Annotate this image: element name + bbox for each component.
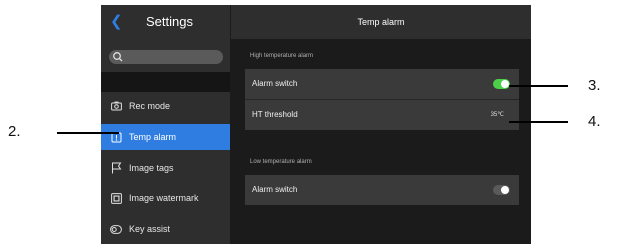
sidebar-item-label: Key assist xyxy=(129,224,171,234)
camera-icon xyxy=(110,100,122,112)
row-label: HT threshold xyxy=(252,110,298,119)
sidebar-item-rec-mode[interactable]: Rec mode xyxy=(101,93,230,119)
callout-2-label: 2. xyxy=(8,123,21,140)
temp-alarm-panel: Temp alarm High temperature alarm Alarm … xyxy=(231,5,531,244)
sidebar-item-label: Rec mode xyxy=(129,101,171,111)
search-icon xyxy=(113,52,123,62)
sidebar-item-label: Image watermark xyxy=(129,193,199,203)
callout-2-line xyxy=(57,132,119,134)
callout-4-line xyxy=(509,121,568,123)
high-alarm-switch-row[interactable]: Alarm switch xyxy=(245,69,519,99)
sidebar-item-temp-alarm[interactable]: Temp alarm xyxy=(101,124,230,150)
settings-sidebar: ❮ Settings Rec mode Temp alarm Image tag… xyxy=(101,5,231,244)
callout-3-line xyxy=(509,85,568,87)
low-alarm-toggle[interactable] xyxy=(493,185,510,195)
toggle-knob xyxy=(501,80,509,88)
row-label: Alarm switch xyxy=(252,79,298,88)
callout-4-label: 4. xyxy=(588,113,601,130)
sidebar-header: ❮ Settings xyxy=(101,5,230,39)
flag-icon xyxy=(110,162,122,174)
row-label: Alarm switch xyxy=(252,185,298,194)
sidebar-item-label: Temp alarm xyxy=(129,132,177,142)
high-alarm-toggle[interactable] xyxy=(493,79,510,89)
sidebar-separator xyxy=(101,72,230,92)
watermark-icon xyxy=(110,192,122,204)
key-assist-icon xyxy=(110,223,122,235)
sidebar-item-image-watermark[interactable]: Image watermark xyxy=(101,185,230,211)
ht-threshold-row[interactable]: HT threshold 35℃ xyxy=(245,100,519,130)
sidebar-title: Settings xyxy=(146,14,193,29)
high-temp-section-label: High temperature alarm xyxy=(250,53,314,59)
low-temp-section-label: Low temperature alarm xyxy=(250,159,312,165)
back-chevron-icon[interactable]: ❮ xyxy=(110,14,123,30)
toggle-knob xyxy=(501,186,509,194)
callout-3-label: 3. xyxy=(588,77,601,94)
sidebar-item-key-assist[interactable]: Key assist xyxy=(101,216,230,242)
search-input[interactable] xyxy=(109,50,223,64)
low-alarm-switch-row[interactable]: Alarm switch xyxy=(245,175,519,205)
sidebar-item-image-tags[interactable]: Image tags xyxy=(101,155,230,181)
sidebar-item-label: Image tags xyxy=(129,163,174,173)
page-title: Temp alarm xyxy=(231,5,531,39)
threshold-value: 35℃ xyxy=(490,112,504,118)
device-screen: ❮ Settings Rec mode Temp alarm Image tag… xyxy=(101,5,531,244)
